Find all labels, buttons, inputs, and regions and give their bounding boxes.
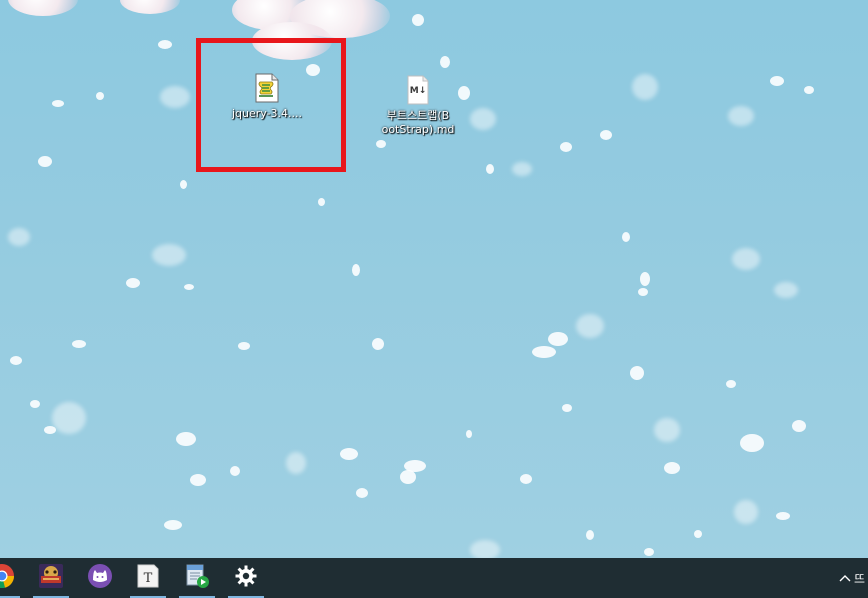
- taskbar-settings-button[interactable]: [226, 558, 266, 598]
- petal-decoration: [512, 162, 532, 176]
- petal-decoration: [30, 400, 40, 408]
- media-player-icon: [184, 563, 210, 593]
- petal-decoration: [8, 228, 30, 246]
- petal-decoration: [412, 14, 424, 26]
- petal-decoration: [576, 314, 604, 338]
- petal-decoration: [632, 74, 658, 100]
- petal-decoration: [622, 232, 630, 242]
- petal-decoration: [158, 40, 172, 49]
- petal-decoration: [640, 272, 650, 286]
- petal-decoration: [230, 466, 240, 476]
- chrome-icon: [0, 563, 15, 593]
- typora-icon: T: [135, 563, 161, 593]
- petal-decoration: [804, 86, 814, 94]
- petal-decoration: [286, 452, 306, 474]
- petal-decoration: [160, 86, 190, 108]
- petal-decoration: [372, 338, 384, 350]
- game-app-icon: [38, 563, 64, 593]
- desktop-icon-label: 부트스트랩(B ootStrap).md: [375, 109, 461, 137]
- petal-decoration: [126, 278, 140, 288]
- petal-decoration: [548, 332, 568, 346]
- taskbar-game-button[interactable]: [31, 558, 71, 598]
- ime-indicator[interactable]: 뜨: [854, 570, 868, 587]
- desktop-background[interactable]: jquery-3.4.... M↓ 부트스트랩(B ootStrap).md: [0, 0, 868, 558]
- petal-decoration: [72, 340, 86, 348]
- typora-glyph: T: [144, 571, 153, 586]
- petal-decoration: [164, 520, 182, 530]
- petal-decoration: [356, 488, 368, 498]
- petal-decoration: [52, 100, 64, 107]
- petal-decoration: [776, 512, 790, 520]
- petal-decoration: [774, 282, 798, 298]
- petal-decoration: [470, 540, 500, 558]
- petal-decoration: [600, 130, 612, 140]
- petal-decoration: [440, 56, 450, 68]
- desktop-icon-label-line1: 부트스트랩(B: [386, 109, 450, 122]
- petal-decoration: [466, 430, 472, 438]
- petal-decoration: [732, 248, 760, 270]
- petal-decoration: [10, 356, 22, 365]
- petal-decoration: [520, 474, 532, 484]
- petal-decoration: [654, 418, 680, 442]
- petal-decoration: [352, 264, 360, 276]
- desktop-icon-bootstrap-md[interactable]: M↓ 부트스트랩(B ootStrap).md: [375, 74, 461, 137]
- taskbar-media-button[interactable]: [177, 558, 217, 598]
- taskbar-chrome-button[interactable]: [0, 558, 22, 598]
- petal-decoration: [644, 548, 654, 556]
- petal-decoration: [486, 164, 494, 174]
- cat-app-icon: [87, 563, 113, 593]
- petal-decoration: [532, 346, 556, 358]
- petal-decoration: [740, 434, 764, 452]
- petal-decoration: [400, 470, 416, 484]
- petal-decoration: [694, 530, 702, 538]
- markdown-badge: M↓: [410, 86, 427, 96]
- markdown-file-icon: M↓: [402, 74, 434, 106]
- petal-decoration: [404, 460, 426, 472]
- petal-decoration: [630, 366, 644, 380]
- petal-decoration: [340, 448, 358, 460]
- petal-decoration: [470, 108, 496, 130]
- petal-decoration: [376, 140, 386, 148]
- petal-decoration: [728, 106, 754, 126]
- petal-decoration: [638, 288, 648, 296]
- petal-decoration: [96, 92, 104, 100]
- script-file-icon: [251, 72, 283, 104]
- petal-decoration: [726, 380, 736, 388]
- petal-decoration: [184, 284, 194, 290]
- blossom-decoration: [252, 22, 332, 60]
- taskbar-cat-button[interactable]: [80, 558, 120, 598]
- gear-icon: [234, 564, 258, 592]
- blossom-decoration: [120, 0, 180, 14]
- petal-decoration: [560, 142, 572, 152]
- system-tray: 뜨: [836, 558, 868, 598]
- petal-decoration: [38, 156, 52, 167]
- petal-decoration: [792, 420, 806, 432]
- petal-decoration: [238, 342, 250, 350]
- petal-decoration: [318, 198, 325, 206]
- taskbar-typora-button[interactable]: T: [128, 558, 168, 598]
- petal-decoration: [180, 180, 187, 189]
- petal-decoration: [562, 404, 572, 412]
- desktop-icon-jquery[interactable]: jquery-3.4....: [224, 72, 310, 121]
- petal-decoration: [586, 530, 594, 540]
- petal-decoration: [734, 500, 758, 524]
- petal-decoration: [770, 76, 784, 86]
- blossom-decoration: [8, 0, 78, 16]
- desktop-icon-label: jquery-3.4....: [231, 107, 303, 120]
- taskbar: T 뜨: [0, 558, 868, 598]
- petal-decoration: [176, 432, 196, 446]
- desktop-icon-label-line2: ootStrap).md: [381, 123, 455, 136]
- petal-decoration: [190, 474, 206, 486]
- show-hidden-icons-chevron-icon[interactable]: [836, 571, 854, 585]
- petal-decoration: [152, 244, 186, 266]
- petal-decoration: [52, 402, 86, 434]
- petal-decoration: [44, 426, 56, 434]
- petal-decoration: [664, 462, 680, 474]
